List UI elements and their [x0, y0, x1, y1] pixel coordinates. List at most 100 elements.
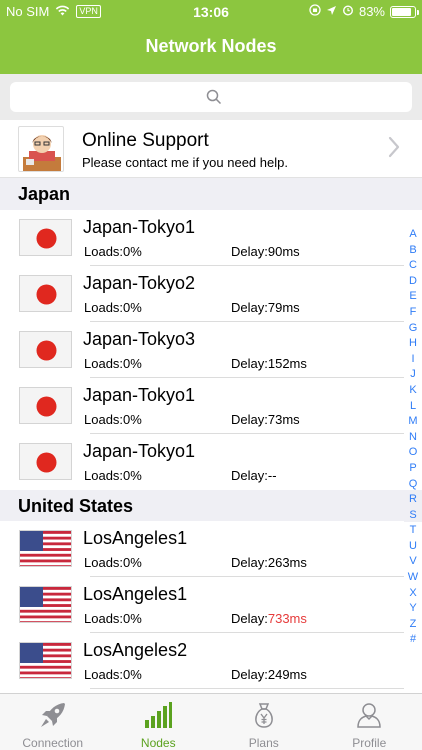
support-title: Online Support [82, 130, 209, 151]
index-letter[interactable]: S [404, 508, 422, 524]
node-row[interactable]: LosAngeles2 Loads:0% Delay:249ms [0, 633, 404, 689]
index-letter[interactable]: T [404, 523, 422, 539]
node-delay: Delay:733ms [231, 611, 307, 626]
support-avatar [18, 126, 64, 172]
index-letter[interactable]: F [404, 305, 422, 321]
node-row[interactable]: Japan-Tokyo1 Loads:0% Delay:73ms [0, 378, 404, 434]
delay-label: Delay: [231, 611, 268, 626]
node-name: LosAngeles1 [83, 528, 188, 548]
index-letter[interactable]: # [404, 632, 422, 648]
search-bar [0, 74, 422, 120]
japan-flag-icon [19, 275, 72, 312]
node-name: LosAngeles2 [83, 640, 188, 660]
us-flag-icon [19, 530, 72, 567]
signal-bars-icon [106, 700, 212, 730]
search-input[interactable] [10, 82, 412, 112]
us-flag-icon [19, 586, 72, 623]
delay-value: 733ms [267, 611, 307, 626]
section-header-united-states: United States [0, 490, 422, 522]
node-row[interactable]: Japan-Tokyo1 Loads:0% Delay:-- [0, 434, 404, 490]
node-row[interactable]: LosAngeles1 Loads:0% Delay:263ms [0, 521, 404, 577]
index-letter[interactable]: W [404, 570, 422, 586]
japan-flag-icon [19, 331, 72, 368]
index-letter[interactable]: I [404, 352, 422, 368]
node-row[interactable]: Japan-Tokyo2 Loads:0% Delay:79ms [0, 266, 404, 322]
delay-label: Delay: [231, 555, 268, 570]
node-name: Japan-Tokyo3 [83, 329, 196, 349]
chevron-right-icon [388, 136, 400, 163]
tab-connection[interactable]: Connection [0, 694, 106, 750]
node-row[interactable]: Japan-Tokyo1 Loads:0% Delay:90ms [0, 210, 404, 266]
delay-value: 73ms [267, 412, 300, 427]
node-loads: Loads:0% [84, 468, 142, 483]
index-letter[interactable]: U [404, 539, 422, 555]
index-letter[interactable]: Q [404, 477, 422, 493]
node-row[interactable]: Japan-Tokyo3 Loads:0% Delay:152ms [0, 322, 404, 378]
delay-label: Delay: [231, 300, 268, 315]
index-letter[interactable]: R [404, 492, 422, 508]
tab-label: Connection [22, 736, 84, 750]
index-letter[interactable]: G [404, 321, 422, 337]
delay-value: 152ms [267, 356, 307, 371]
delay-label: Delay: [231, 244, 268, 259]
node-loads: Loads:0% [84, 667, 142, 682]
japan-flag-icon [19, 219, 72, 256]
japan-flag-icon [19, 443, 72, 480]
delay-label: Delay: [231, 667, 268, 682]
node-delay: Delay:249ms [231, 667, 307, 682]
rocket-icon [0, 700, 106, 730]
alphabet-index[interactable]: A B C D E F G H I J K L M N O P Q R S T … [404, 227, 422, 648]
alarm-icon [342, 4, 354, 19]
index-letter[interactable]: Z [404, 617, 422, 633]
node-name: Japan-Tokyo2 [83, 273, 196, 293]
support-subtitle: Please contact me if you need help. [82, 155, 288, 170]
delay-value: 263ms [267, 555, 307, 570]
tab-label: Nodes [140, 736, 176, 750]
section-header-japan: Japan [0, 178, 422, 210]
node-loads: Loads:0% [84, 555, 142, 570]
index-letter[interactable]: X [404, 586, 422, 602]
node-loads: Loads:0% [84, 244, 142, 259]
index-letter[interactable]: B [404, 243, 422, 259]
node-loads: Loads:0% [84, 356, 142, 371]
tab-plans[interactable]: Plans [211, 694, 317, 750]
tab-bar: Connection Nodes Plans Profile [0, 693, 422, 750]
tab-profile[interactable]: Profile [317, 694, 422, 750]
index-letter[interactable]: O [404, 445, 422, 461]
index-letter[interactable]: V [404, 554, 422, 570]
tab-label: Plans [248, 736, 279, 750]
search-icon [206, 89, 222, 110]
us-flag-icon [19, 642, 72, 679]
index-letter[interactable]: L [404, 399, 422, 415]
index-letter[interactable]: C [404, 258, 422, 274]
index-letter[interactable]: D [404, 274, 422, 290]
node-name: LosAngeles1 [83, 584, 188, 604]
index-letter[interactable]: J [404, 367, 422, 383]
delay-value: 249ms [267, 667, 307, 682]
index-letter[interactable]: Y [404, 601, 422, 617]
node-name: Japan-Tokyo1 [83, 385, 196, 405]
rotation-lock-icon [309, 4, 321, 19]
row-divider [90, 688, 404, 689]
index-letter[interactable]: M [404, 414, 422, 430]
index-letter[interactable]: E [404, 289, 422, 305]
index-letter[interactable]: N [404, 430, 422, 446]
tab-label: Profile [352, 736, 387, 750]
index-letter[interactable]: A [404, 227, 422, 243]
index-letter[interactable]: K [404, 383, 422, 399]
money-bag-icon [211, 700, 317, 730]
node-loads: Loads:0% [84, 611, 142, 626]
battery-percent: 83% [358, 4, 385, 19]
battery-icon [390, 5, 419, 18]
tab-nodes[interactable]: Nodes [106, 694, 212, 750]
index-letter[interactable]: P [404, 461, 422, 477]
delay-value: 79ms [267, 300, 300, 315]
page-title: Network Nodes [145, 36, 277, 56]
index-letter[interactable]: H [404, 336, 422, 352]
node-name: Japan-Tokyo1 [83, 217, 196, 237]
app-header: No SIM VPN 13:06 83% Network Nodes [0, 0, 422, 74]
node-row[interactable]: LosAngeles1 Loads:0% Delay:733ms [0, 577, 404, 633]
online-support-row[interactable]: Online Support Please contact me if you … [0, 120, 422, 178]
japan-flag-icon [19, 387, 72, 424]
delay-value: -- [267, 468, 277, 483]
